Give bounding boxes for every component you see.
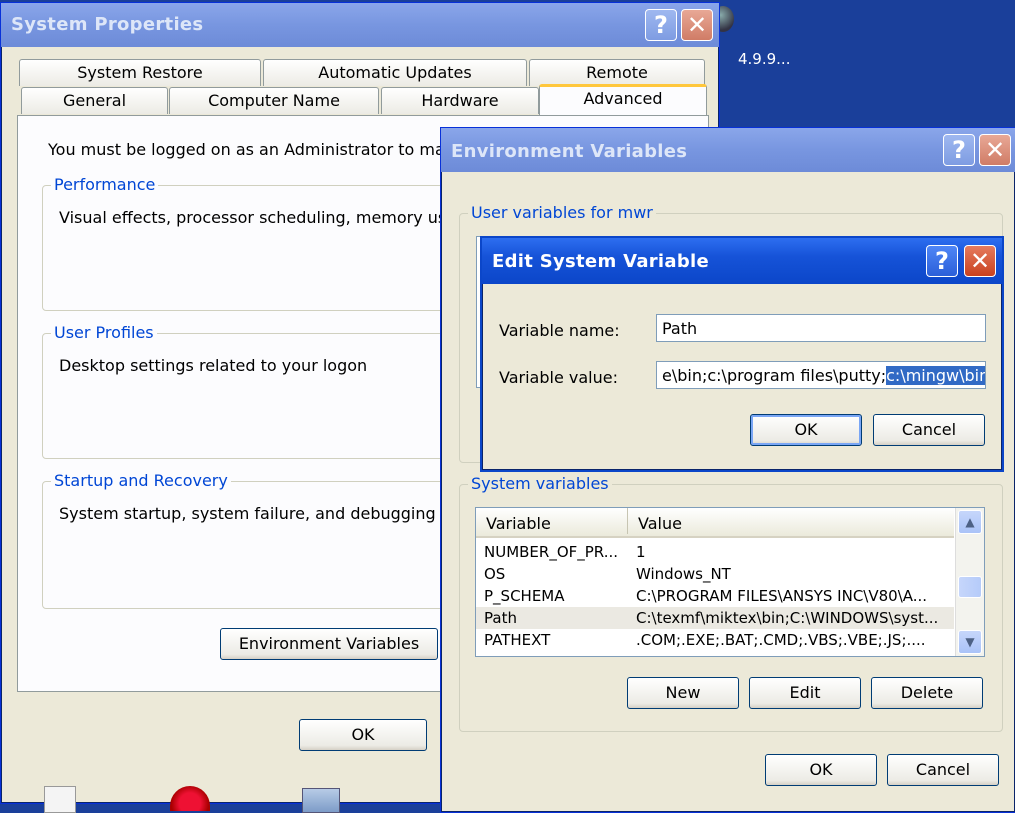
desktop-label: 4.9.9... (738, 50, 791, 68)
document-icon[interactable] (44, 786, 76, 813)
value-cell: C:\texmf\miktex\bin;C:\WINDOWS\syst... (636, 609, 939, 627)
startup-recovery-description: System startup, system failure, and debu… (59, 504, 471, 523)
tab-hardware[interactable]: Hardware (381, 87, 539, 114)
environment-variables-titlebar[interactable]: Environment Variables ? ✕ (441, 128, 1015, 172)
edit-system-variable-dialog: Edit System Variable ? ✕ Variable name: … (480, 236, 1004, 472)
cancel-button[interactable]: Cancel (887, 754, 999, 786)
user-variables-label: User variables for mwr (468, 203, 656, 222)
ok-button[interactable]: OK (299, 719, 427, 751)
tab-automatic-updates[interactable]: Automatic Updates (263, 59, 527, 86)
value-cell: Windows_NT (636, 565, 731, 583)
new-button[interactable]: New (627, 677, 739, 709)
table-row[interactable]: Path C:\texmf\miktex\bin;C:\WINDOWS\syst.… (476, 607, 954, 629)
help-button[interactable]: ? (943, 134, 975, 166)
column-header-value[interactable]: Value (638, 514, 682, 533)
tab-advanced[interactable]: Advanced (539, 84, 707, 115)
variable-cell: PATHEXT (484, 631, 551, 649)
value-cell: C:\PROGRAM FILES\ANSYS INC\V80\A... (636, 587, 928, 605)
table-row[interactable]: P_SCHEMA C:\PROGRAM FILES\ANSYS INC\V80\A… (476, 585, 954, 607)
scroll-down-icon[interactable]: ▼ (958, 630, 982, 654)
ok-button[interactable]: OK (750, 414, 862, 446)
variable-value-unselected-text: e\bin;c:\program files\putty; (662, 366, 887, 385)
tab-computer-name[interactable]: Computer Name (169, 87, 379, 114)
admin-notice: You must be logged on as an Administrato… (48, 140, 464, 159)
tab-remote[interactable]: Remote (529, 59, 705, 86)
variable-cell: NUMBER_OF_PR... (484, 543, 619, 561)
table-row[interactable]: PATHEXT .COM;.EXE;.BAT;.CMD;.VBS;.VBE;.JS… (476, 629, 954, 651)
user-profiles-label: User Profiles (51, 323, 157, 342)
table-row[interactable]: NUMBER_OF_PR... 1 (476, 541, 954, 563)
variable-cell: P_SCHEMA (484, 587, 565, 605)
column-header-variable[interactable]: Variable (486, 514, 551, 533)
variable-name-label: Variable name: (499, 321, 620, 340)
delete-button[interactable]: Delete (871, 677, 983, 709)
system-properties-titlebar[interactable]: System Properties ? ✕ (1, 3, 719, 47)
variable-value-label: Variable value: (499, 368, 618, 387)
variable-cell: Path (484, 609, 517, 627)
tab-system-restore[interactable]: System Restore (19, 59, 261, 86)
close-button[interactable]: ✕ (979, 134, 1011, 166)
system-variables-label: System variables (468, 474, 612, 493)
system-variables-list[interactable]: Variable Value NUMBER_OF_PR... 1 OS Windows… (475, 507, 985, 657)
edit-button[interactable]: Edit (749, 677, 861, 709)
value-cell: 1 (636, 543, 646, 561)
help-button[interactable]: ? (926, 245, 958, 277)
startup-recovery-label: Startup and Recovery (51, 471, 231, 490)
table-row[interactable]: OS Windows_NT (476, 563, 954, 585)
dialog-title: Edit System Variable (492, 251, 710, 272)
close-button[interactable]: ✕ (964, 245, 996, 277)
scroll-thumb[interactable] (958, 576, 982, 598)
help-button[interactable]: ? (645, 9, 677, 41)
performance-label: Performance (51, 175, 159, 194)
scroll-up-icon[interactable]: ▲ (958, 510, 982, 534)
computer-icon[interactable] (302, 788, 340, 813)
close-button[interactable]: ✕ (681, 9, 713, 41)
value-cell: .COM;.EXE;.BAT;.CMD;.VBS;.VBE;.JS;.... (636, 631, 926, 649)
variable-value-selected-text: c:\mingw\bin (886, 366, 985, 385)
edit-system-variable-titlebar[interactable]: Edit System Variable ? ✕ (482, 238, 1002, 284)
list-header: Variable Value (476, 508, 954, 538)
window-title: System Properties (11, 14, 204, 35)
window-title: Environment Variables (451, 141, 688, 162)
list-scrollbar[interactable]: ▲ ▼ (955, 508, 984, 656)
variable-name-input[interactable]: Path (656, 314, 986, 342)
ok-button[interactable]: OK (765, 754, 877, 786)
tab-general[interactable]: General (21, 87, 168, 114)
variable-cell: OS (484, 565, 506, 583)
cancel-button[interactable]: Cancel (873, 414, 985, 446)
environment-variables-button[interactable]: Environment Variables (220, 628, 438, 660)
variable-value-input[interactable]: e\bin;c:\program files\putty;c:\mingw\bi… (656, 361, 986, 389)
performance-description: Visual effects, processor scheduling, me… (59, 208, 457, 227)
user-profiles-description: Desktop settings related to your logon (59, 356, 368, 375)
